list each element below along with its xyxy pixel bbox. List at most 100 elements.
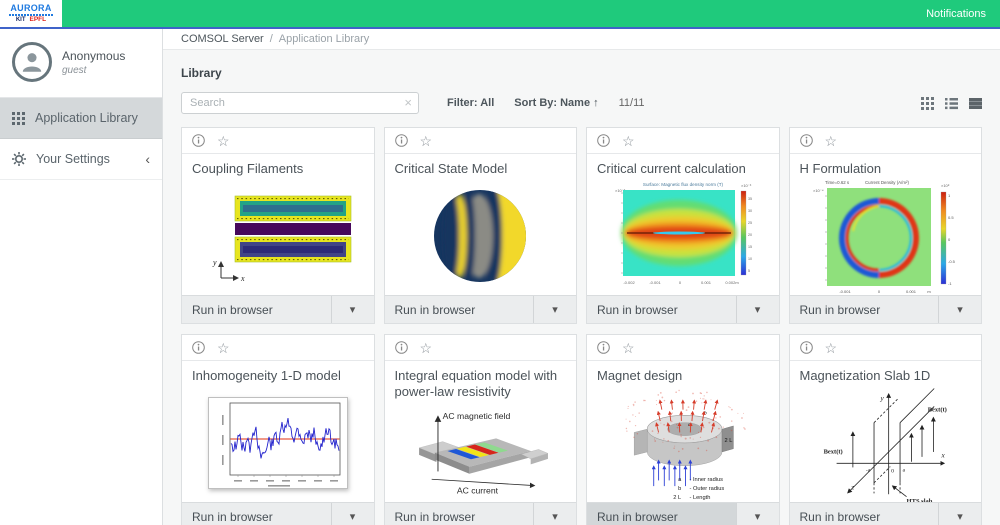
svg-text:-0.001: -0.001	[840, 289, 852, 294]
app-thumbnail: 2 L a b a- Inner radius b- Outer radius …	[587, 384, 779, 502]
svg-text:x: x	[240, 274, 245, 282]
run-in-browser-button[interactable]: Run in browser	[385, 296, 535, 323]
detail-view-icon[interactable]	[969, 97, 982, 110]
run-options-dropdown[interactable]: ▾	[737, 296, 779, 323]
run-in-browser-button[interactable]: Run in browser	[587, 503, 737, 525]
star-icon[interactable]: ☆	[217, 134, 230, 148]
svg-text:20: 20	[748, 233, 752, 237]
star-icon[interactable]: ☆	[217, 341, 230, 355]
app-card-magnet-design: ☆ Magnet design 2 L	[586, 334, 780, 525]
library-content: Library × Filter: All Sort By: Name ↑ 11…	[163, 50, 1000, 525]
info-icon[interactable]	[395, 341, 408, 354]
svg-text:0: 0	[891, 468, 894, 474]
run-in-browser-button[interactable]: Run in browser	[790, 296, 940, 323]
run-options-dropdown[interactable]: ▾	[332, 296, 374, 323]
svg-text:- Length: - Length	[689, 495, 710, 501]
sidebar-item-label: Your Settings	[36, 152, 110, 166]
star-icon[interactable]: ☆	[622, 341, 635, 355]
star-icon[interactable]: ☆	[622, 134, 635, 148]
clear-search-icon[interactable]: ×	[404, 95, 412, 110]
svg-text:0: 0	[948, 237, 951, 242]
breadcrumb-current: Application Library	[279, 33, 370, 45]
logo-aurora-text: AURORA	[10, 4, 51, 13]
caret-down-icon: ▾	[957, 303, 963, 316]
app-card-h-formulation: ☆ H Formulation Time=0.62 s	[789, 127, 983, 324]
chevron-left-icon[interactable]: ‹	[145, 152, 150, 166]
star-icon[interactable]: ☆	[420, 134, 433, 148]
run-in-browser-button[interactable]: Run in browser	[587, 296, 737, 323]
svg-text:b: b	[704, 411, 707, 417]
svg-text:Current Density (A/m²): Current Density (A/m²)	[865, 180, 909, 185]
app-title: Coupling Filaments	[182, 154, 374, 177]
app-thumbnail	[182, 384, 374, 502]
svg-text:z: z	[850, 482, 854, 491]
caret-down-icon: ▾	[755, 510, 761, 523]
svg-text:a: a	[678, 477, 682, 483]
run-options-dropdown[interactable]: ▾	[534, 503, 576, 525]
breadcrumb-separator: /	[270, 33, 273, 45]
svg-text:2 L: 2 L	[673, 495, 681, 501]
app-thumbnail: y x	[182, 177, 374, 295]
run-options-dropdown[interactable]: ▾	[939, 296, 981, 323]
sort-arrow-icon: ↑	[593, 97, 599, 109]
run-options-dropdown[interactable]: ▾	[534, 296, 576, 323]
logo-epfl-text: EPFL	[30, 17, 47, 24]
svg-text:y: y	[212, 258, 217, 267]
run-options-dropdown[interactable]: ▾	[332, 503, 374, 525]
svg-text:- Inner radius: - Inner radius	[689, 477, 723, 483]
sort-control[interactable]: Sort By: Name ↑	[514, 97, 598, 109]
svg-text:1: 1	[948, 193, 951, 198]
run-in-browser-button[interactable]: Run in browser	[385, 503, 535, 525]
page-title: Library	[181, 66, 982, 80]
app-title: Critical current calculation	[587, 154, 779, 177]
svg-text:m: m	[928, 289, 932, 294]
sidebar-item-your-settings[interactable]: Your Settings ‹	[0, 139, 162, 180]
info-icon[interactable]	[800, 134, 813, 147]
svg-text:×10⁸: ×10⁸	[941, 183, 950, 188]
svg-text:-0.001: -0.001	[649, 280, 661, 285]
app-thumbnail: y x z -a 0 a Bext(t) Bext(t) HTS slab	[790, 384, 982, 502]
svg-text:0.001: 0.001	[906, 289, 917, 294]
app-card-critical-state-model: ☆ Critical State Model	[384, 127, 578, 324]
user-role: guest	[62, 65, 125, 76]
svg-text:0: 0	[679, 280, 682, 285]
search-input[interactable]	[181, 92, 419, 114]
item-count: 11/11	[619, 97, 645, 109]
svg-text:35: 35	[748, 197, 752, 201]
info-icon[interactable]	[800, 341, 813, 354]
grid-icon	[12, 112, 25, 125]
breadcrumb: COMSOL Server / Application Library	[163, 29, 1000, 50]
app-thumbnail	[385, 177, 577, 295]
star-icon[interactable]: ☆	[420, 341, 433, 355]
run-options-dropdown[interactable]: ▾	[737, 503, 779, 525]
run-options-dropdown[interactable]: ▾	[939, 503, 981, 525]
sidebar-item-application-library[interactable]: Application Library	[0, 98, 162, 139]
star-icon[interactable]: ☆	[825, 341, 838, 355]
filter-control[interactable]: Filter: All	[447, 97, 494, 109]
svg-text:Bext(t): Bext(t)	[928, 406, 947, 413]
run-in-browser-button[interactable]: Run in browser	[790, 503, 940, 525]
app-title: Magnet design	[587, 361, 779, 384]
svg-text:30: 30	[748, 209, 752, 213]
avatar	[12, 42, 52, 82]
main-area: COMSOL Server / Application Library Libr…	[163, 29, 1000, 525]
info-icon[interactable]	[597, 134, 610, 147]
info-icon[interactable]	[192, 341, 205, 354]
run-in-browser-button[interactable]: Run in browser	[182, 503, 332, 525]
info-icon[interactable]	[395, 134, 408, 147]
user-panel: Anonymous guest	[0, 29, 162, 98]
breadcrumb-root[interactable]: COMSOL Server	[181, 33, 264, 45]
star-icon[interactable]: ☆	[825, 134, 838, 148]
svg-text:5: 5	[748, 269, 750, 273]
app-card-magnetization-slab-1d: ☆ Magnetization Slab 1D	[789, 334, 983, 525]
caret-down-icon: ▾	[957, 510, 963, 523]
list-view-icon[interactable]	[945, 97, 958, 110]
run-in-browser-button[interactable]: Run in browser	[182, 296, 332, 323]
info-icon[interactable]	[597, 341, 610, 354]
info-icon[interactable]	[192, 134, 205, 147]
app-title: H Formulation	[790, 154, 982, 177]
grid-view-icon[interactable]	[921, 97, 934, 110]
top-bar: AURORA KIT EPFL Notifications	[0, 0, 1000, 29]
app-card-coupling-filaments: ☆ Coupling Filaments	[181, 127, 375, 324]
notifications-link[interactable]: Notifications	[926, 8, 1000, 20]
